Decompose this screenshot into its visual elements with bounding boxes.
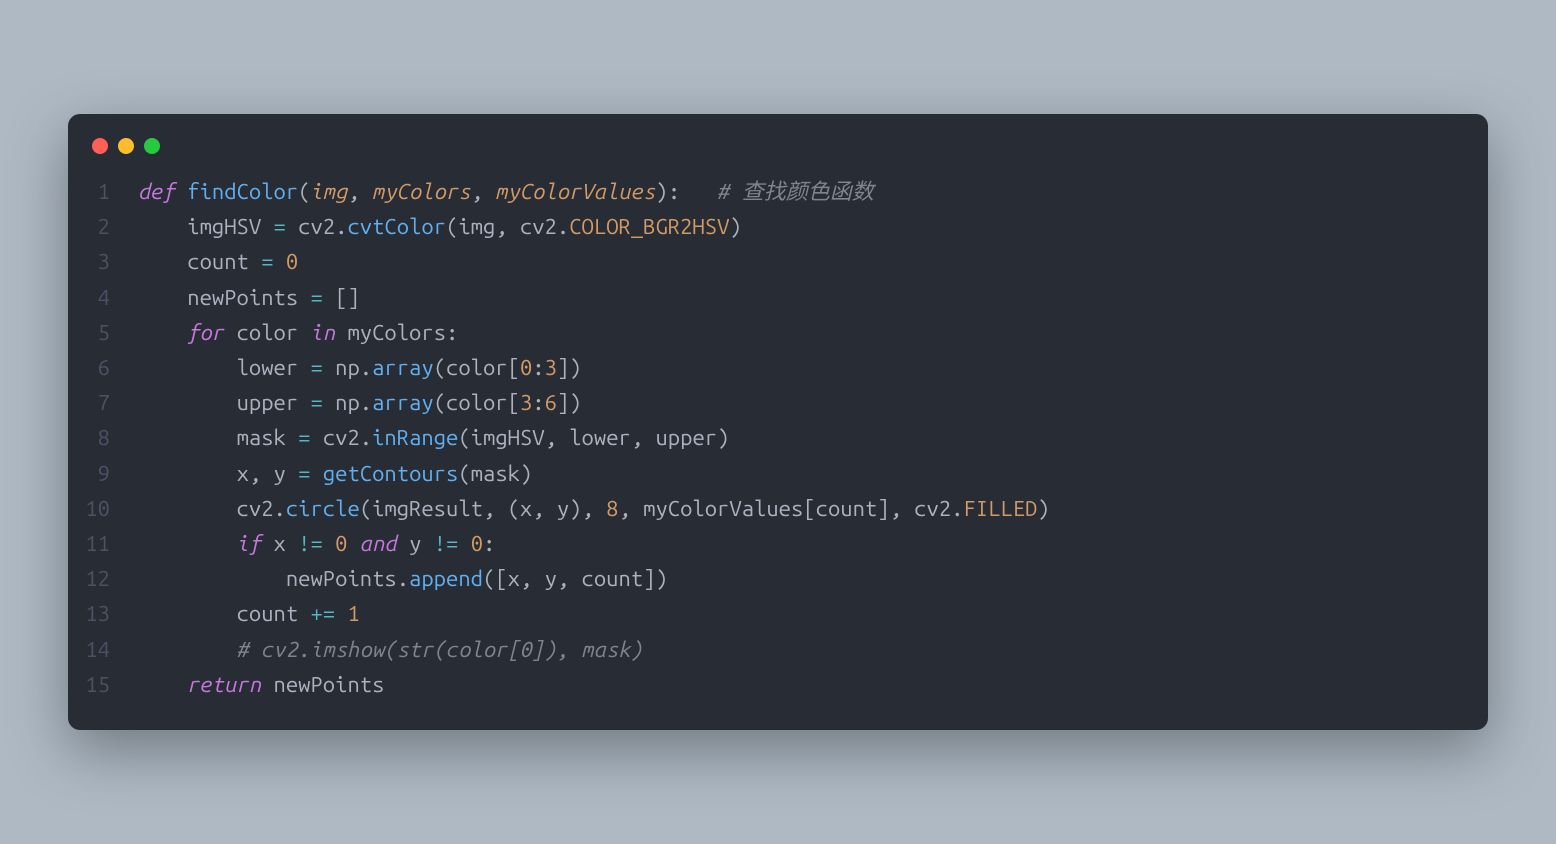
line-number: 12 <box>68 561 138 596</box>
line-number: 13 <box>68 596 138 631</box>
line-number: 1 <box>68 174 138 209</box>
code-content: for color in myColors: <box>138 315 458 350</box>
code-content: x, y = getContours(mask) <box>138 456 532 491</box>
code-content: # cv2.imshow(str(color[0]), mask) <box>138 632 643 667</box>
code-editor[interactable]: 1def findColor(img, myColors, myColorVal… <box>68 174 1488 702</box>
code-line[interactable]: 7 upper = np.array(color[3:6]) <box>68 385 1488 420</box>
line-number: 8 <box>68 420 138 455</box>
line-number: 14 <box>68 632 138 667</box>
code-content: newPoints = [] <box>138 280 360 315</box>
code-line[interactable]: 6 lower = np.array(color[0:3]) <box>68 350 1488 385</box>
code-content: newPoints.append([x, y, count]) <box>138 561 668 596</box>
minimize-icon[interactable] <box>118 138 134 154</box>
code-line[interactable]: 5 for color in myColors: <box>68 315 1488 350</box>
line-number: 2 <box>68 209 138 244</box>
code-content: if x != 0 and y != 0: <box>138 526 495 561</box>
line-number: 9 <box>68 456 138 491</box>
code-line[interactable]: 10 cv2.circle(imgResult, (x, y), 8, myCo… <box>68 491 1488 526</box>
code-content: lower = np.array(color[0:3]) <box>138 350 582 385</box>
code-line[interactable]: 13 count += 1 <box>68 596 1488 631</box>
code-content: return newPoints <box>138 667 384 702</box>
line-number: 11 <box>68 526 138 561</box>
code-content: def findColor(img, myColors, myColorValu… <box>138 174 874 209</box>
code-line[interactable]: 8 mask = cv2.inRange(imgHSV, lower, uppe… <box>68 420 1488 455</box>
code-line[interactable]: 14 # cv2.imshow(str(color[0]), mask) <box>68 632 1488 667</box>
maximize-icon[interactable] <box>144 138 160 154</box>
code-content: upper = np.array(color[3:6]) <box>138 385 582 420</box>
code-line[interactable]: 11 if x != 0 and y != 0: <box>68 526 1488 561</box>
line-number: 4 <box>68 280 138 315</box>
code-line[interactable]: 12 newPoints.append([x, y, count]) <box>68 561 1488 596</box>
code-content: mask = cv2.inRange(imgHSV, lower, upper) <box>138 420 729 455</box>
code-content: cv2.circle(imgResult, (x, y), 8, myColor… <box>138 491 1050 526</box>
line-number: 15 <box>68 667 138 702</box>
code-content: imgHSV = cv2.cvtColor(img, cv2.COLOR_BGR… <box>138 209 742 244</box>
code-line[interactable]: 4 newPoints = [] <box>68 280 1488 315</box>
code-line[interactable]: 1def findColor(img, myColors, myColorVal… <box>68 174 1488 209</box>
titlebar <box>68 138 1488 174</box>
code-content: count += 1 <box>138 596 360 631</box>
line-number: 6 <box>68 350 138 385</box>
line-number: 5 <box>68 315 138 350</box>
code-line[interactable]: 9 x, y = getContours(mask) <box>68 456 1488 491</box>
close-icon[interactable] <box>92 138 108 154</box>
line-number: 3 <box>68 244 138 279</box>
line-number: 7 <box>68 385 138 420</box>
code-content: count = 0 <box>138 244 298 279</box>
code-line[interactable]: 2 imgHSV = cv2.cvtColor(img, cv2.COLOR_B… <box>68 209 1488 244</box>
code-window: 1def findColor(img, myColors, myColorVal… <box>68 114 1488 730</box>
code-line[interactable]: 3 count = 0 <box>68 244 1488 279</box>
code-line[interactable]: 15 return newPoints <box>68 667 1488 702</box>
line-number: 10 <box>68 491 138 526</box>
